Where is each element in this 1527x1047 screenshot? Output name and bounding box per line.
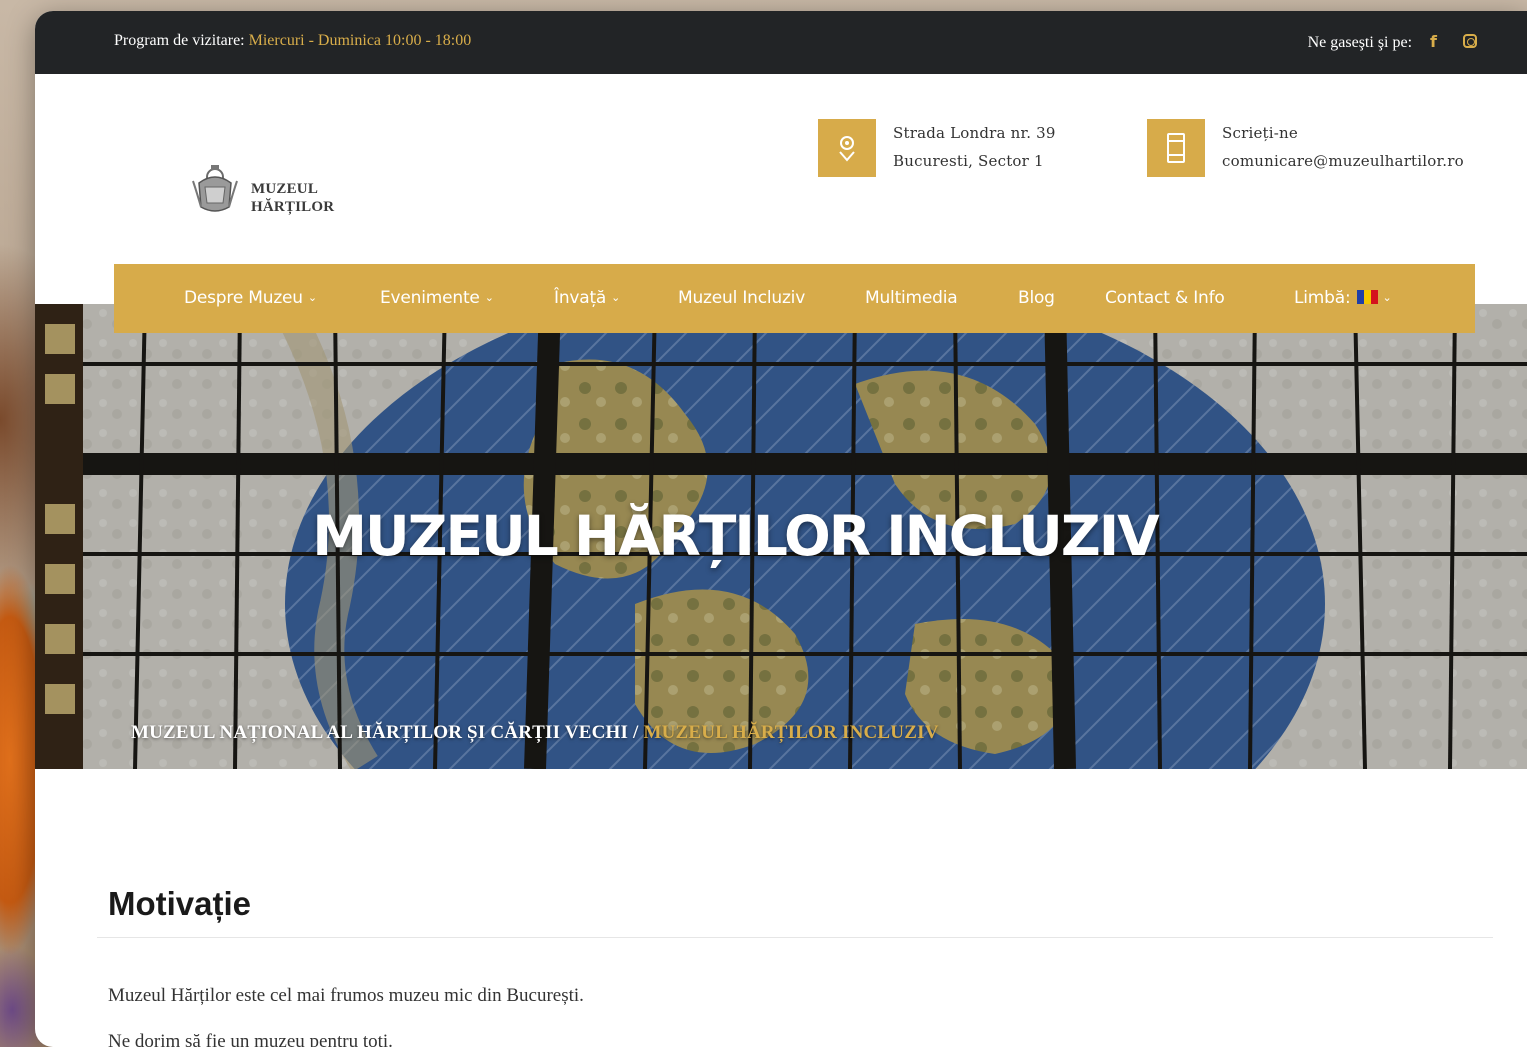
visiting-hours: Program de vizitare: Miercuri - Duminica… <box>114 32 471 50</box>
hero-banner: MUZEUL HĂRȚILOR INCLUZIV MUZEUL NAȚIONAL… <box>35 304 1527 769</box>
email-text: Scrieți-ne comunicare@muzeulhartilor.ro <box>1222 119 1464 175</box>
social-links: Ne gaseşti şi pe: f <box>1308 32 1477 52</box>
paragraph-2: Ne dorim să fie un muzeu pentru toți. <box>108 1031 393 1047</box>
visiting-hours-label: Program de vizitare: <box>114 32 245 49</box>
nav-item-label: Muzeul Incluziv <box>678 288 806 308</box>
breadcrumb-separator: / <box>628 722 644 743</box>
chevron-down-icon: ⌄ <box>1382 291 1392 304</box>
nav-item-despre-muzeu[interactable]: Despre Muzeu ⌄ <box>184 288 317 308</box>
page-title: MUZEUL HĂRȚILOR INCLUZIV <box>312 504 1159 568</box>
nav-item-label: Limbă: <box>1294 288 1351 308</box>
main-nav: Despre Muzeu ⌄ Evenimente ⌄ Învață ⌄ Muzeul… <box>114 264 1475 333</box>
breadcrumb-current: MUZEUL HĂRȚILOR INCLUZIV <box>643 722 939 743</box>
logo-line-1: MUZEUL <box>251 181 319 197</box>
site-logo[interactable]: MUZEUL HĂRȚILOR <box>189 163 349 219</box>
romania-flag-icon <box>1356 290 1378 304</box>
chevron-down-icon: ⌄ <box>611 291 621 304</box>
facebook-icon[interactable]: f <box>1430 32 1437 51</box>
divider <box>97 937 1493 938</box>
address-box <box>818 119 876 177</box>
map-pin-icon <box>839 136 855 162</box>
address-line-2: Bucuresti, Sector 1 <box>893 152 1044 170</box>
coat-of-arms-icon <box>192 165 238 212</box>
write-us-label: Scrieți-ne <box>1222 124 1298 142</box>
nav-item-invata[interactable]: Învață ⌄ <box>554 288 620 308</box>
nav-item-label: Învață <box>554 288 607 308</box>
email-box <box>1147 119 1205 177</box>
nav-item-label: Contact & Info <box>1105 288 1225 308</box>
instagram-icon[interactable] <box>1463 34 1477 48</box>
logo-text: MUZEUL HĂRȚILOR <box>251 180 334 216</box>
nav-item-language[interactable]: Limbă: ⌄ <box>1294 288 1392 308</box>
chevron-down-icon: ⌄ <box>484 291 494 304</box>
chevron-down-icon: ⌄ <box>307 291 317 304</box>
visiting-hours-value: Miercuri - Duminica 10:00 - 18:00 <box>248 32 472 49</box>
nav-item-label: Evenimente <box>380 288 480 308</box>
breadcrumb: MUZEUL NAȚIONAL AL HĂRȚILOR ȘI CĂRȚII VE… <box>131 722 939 744</box>
nav-item-label: Despre Muzeu <box>184 288 303 308</box>
social-label: Ne gaseşti şi pe: <box>1307 34 1413 51</box>
browser-page: Program de vizitare: Miercuri - Duminica… <box>35 11 1527 1047</box>
nav-item-blog[interactable]: Blog <box>1018 288 1055 308</box>
phone-icon <box>1167 133 1185 163</box>
address-line-1: Strada Londra nr. 39 <box>893 124 1056 142</box>
top-bar: Program de vizitare: Miercuri - Duminica… <box>35 11 1527 74</box>
section-heading: Motivație <box>108 885 252 922</box>
logo-line-2: HĂRȚILOR <box>251 199 335 215</box>
address-text: Strada Londra nr. 39 Bucuresti, Sector 1 <box>893 119 1056 175</box>
nav-item-muzeul-incluziv[interactable]: Muzeul Incluziv <box>678 288 805 308</box>
nav-item-label: Blog <box>1018 288 1055 308</box>
breadcrumb-home[interactable]: MUZEUL NAȚIONAL AL HĂRȚILOR ȘI CĂRȚII VE… <box>131 722 628 743</box>
nav-item-contact-info[interactable]: Contact & Info <box>1105 288 1225 308</box>
nav-item-label: Multimedia <box>865 288 958 308</box>
email-link[interactable]: comunicare@muzeulhartilor.ro <box>1222 147 1464 175</box>
nav-item-evenimente[interactable]: Evenimente ⌄ <box>380 288 494 308</box>
paragraph-1: Muzeul Hărților este cel mai frumos muze… <box>108 985 584 1006</box>
nav-item-multimedia[interactable]: Multimedia <box>865 288 958 308</box>
